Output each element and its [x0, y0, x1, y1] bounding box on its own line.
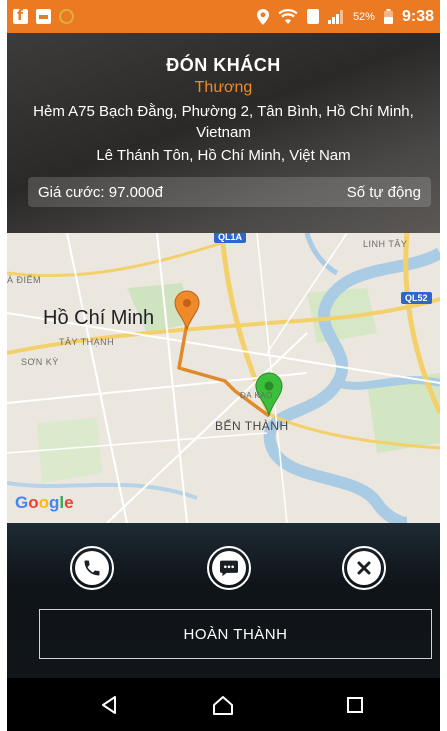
home-circle-icon	[213, 695, 233, 715]
route-map[interactable]: QL1A QL52 À ĐIỂM LINH TÂY Hồ Chí Minh TÂ…	[7, 233, 440, 523]
close-icon	[357, 561, 371, 575]
trip-header: ĐÓN KHÁCH Thương Hẻm A75 Bạch Đằng, Phườ…	[7, 33, 440, 233]
battery-icon	[383, 9, 393, 24]
wifi-icon	[278, 8, 298, 24]
map-base	[7, 233, 440, 523]
district-label-son-ky: SƠN KỲ	[21, 357, 59, 367]
fare-info: Giá cước: 97.000đ	[38, 184, 163, 201]
nav-home-button[interactable]	[193, 678, 253, 731]
phone-screen: 52% 9:38 ĐÓN KHÁCH Thương Hẻm A75 Bạch Đ…	[7, 0, 440, 731]
city-label: Hồ Chí Minh	[43, 307, 155, 329]
nav-back-button[interactable]	[79, 678, 139, 731]
dropoff-address: Lê Thánh Tôn, Hồ Chí Minh, Việt Nam	[96, 147, 351, 164]
google-logo: Google	[15, 493, 74, 512]
meter-mode: Số tự động	[346, 183, 421, 201]
nav-recent-button[interactable]	[325, 678, 385, 731]
page-title: ĐÓN KHÁCH	[166, 55, 281, 75]
status-bar: 52% 9:38	[7, 0, 440, 33]
signal-icon	[327, 9, 343, 24]
battery-percent: 52%	[352, 10, 375, 23]
landmark-label: BẾN THÀNH	[215, 419, 289, 433]
facebook-icon	[13, 8, 28, 24]
fare-bar: Giá cước: 97.000đ Số tự động	[28, 177, 431, 207]
complete-button[interactable]: HOÀN THÀNH	[39, 609, 432, 659]
call-button[interactable]	[70, 546, 114, 590]
location-pin-icon	[256, 8, 269, 25]
phone-icon	[84, 560, 100, 576]
fare-label: Giá cước:	[38, 183, 105, 201]
check-circle-icon	[59, 9, 74, 24]
chat-bubble-icon	[220, 560, 238, 577]
district-label-da-kao: ĐA KAO	[240, 391, 273, 400]
message-button[interactable]	[207, 546, 251, 590]
road-shield-ql52: QL52	[401, 292, 432, 304]
district-label-a-diem: À ĐIỂM	[7, 275, 42, 285]
gallery-icon	[36, 9, 51, 24]
recent-apps-square-icon	[347, 696, 363, 713]
action-panel: HOÀN THÀNH	[7, 523, 440, 678]
back-triangle-icon	[102, 695, 116, 714]
system-nav-bar	[7, 678, 440, 731]
fare-value: 97.000đ	[108, 183, 163, 201]
district-label-linh-tay: LINH TÂY	[363, 239, 408, 249]
road-shield-ql1a: QL1A	[214, 233, 247, 243]
pickup-address: Hẻm A75 Bạch Đằng, Phường 2, Tân Bình, H…	[33, 103, 414, 141]
cancel-button[interactable]	[342, 546, 386, 590]
customer-name: Thương	[194, 79, 253, 96]
clock: 9:38	[401, 7, 434, 25]
district-label-tay-thanh: TÂY THẠNH	[59, 337, 115, 347]
sim-icon	[306, 9, 319, 24]
